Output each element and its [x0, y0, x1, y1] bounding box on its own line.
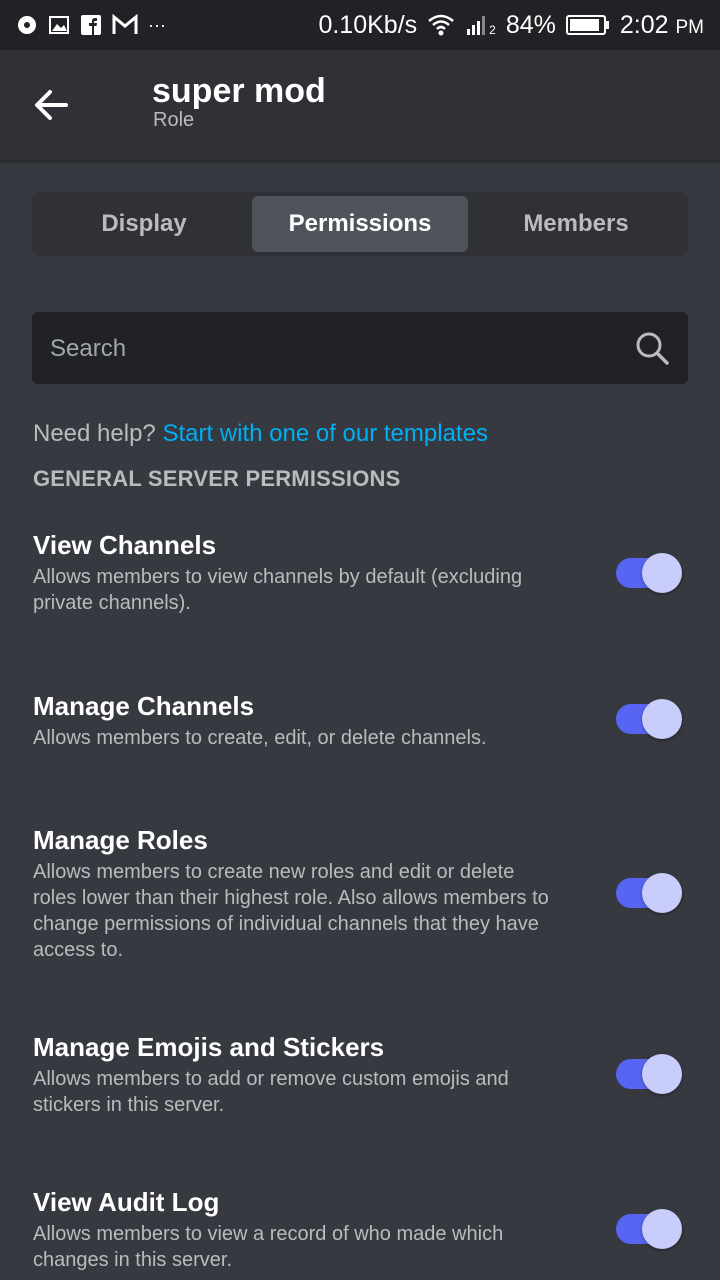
toggle-knob — [642, 553, 682, 593]
permission-description: Allows members to create, edit, or delet… — [33, 727, 487, 749]
permission-description: Allows members to add or remove custom e… — [33, 1068, 509, 1116]
tab-bar: Display Permissions Members — [32, 192, 688, 256]
more-notifications-icon: ··· — [148, 14, 166, 35]
permission-manage-channels: Manage Channels Allows members to create… — [33, 689, 688, 751]
back-button[interactable] — [28, 80, 78, 130]
search-input[interactable] — [48, 312, 612, 386]
permission-description: Allows members to view channels by defau… — [33, 566, 523, 614]
view-channels-toggle[interactable] — [616, 553, 682, 593]
toggle-knob — [642, 873, 682, 913]
permission-manage-emojis-stickers: Manage Emojis and Stickers Allows member… — [33, 1030, 688, 1118]
clock-ampm: PM — [675, 16, 705, 38]
manage-roles-toggle[interactable] — [616, 873, 682, 913]
permission-view-channels: View Channels Allows members to view cha… — [33, 528, 688, 616]
signal-strength: 2 — [465, 13, 496, 37]
view-audit-log-toggle[interactable] — [616, 1209, 682, 1249]
templates-link[interactable]: Start with one of our templates — [162, 420, 488, 447]
gmail-icon — [112, 14, 138, 34]
section-header: GENERAL SERVER PERMISSIONS — [33, 466, 401, 491]
help-prefix: Need help? — [33, 420, 156, 447]
permission-manage-roles: Manage Roles Allows members to create ne… — [33, 823, 688, 963]
battery-icon — [565, 15, 609, 35]
help-text: Need help? Start with one of our templat… — [33, 420, 488, 448]
tab-members[interactable]: Members — [468, 196, 684, 252]
toggle-knob — [642, 1054, 682, 1094]
permission-name: Manage Channels — [33, 691, 255, 721]
battery-percent: 84% — [505, 10, 556, 39]
manage-emojis-toggle[interactable] — [616, 1054, 682, 1094]
toggle-knob — [642, 1209, 682, 1249]
notification-icons: ··· — [16, 10, 166, 40]
gallery-icon — [49, 16, 69, 34]
clock: 2:02 PM — [620, 11, 704, 40]
permission-description: Allows members to view a record of who m… — [33, 1223, 504, 1271]
status-bar: ··· 0.10Kb/s 2 84% 2:02 PM — [0, 0, 720, 50]
sim-slot-label: 2 — [489, 23, 496, 37]
facebook-icon — [81, 15, 101, 35]
system-indicators: 0.10Kb/s 2 84% 2:02 PM — [318, 9, 704, 41]
permission-description: Allows members to create new roles and e… — [33, 861, 549, 961]
toggle-knob — [642, 699, 682, 739]
tab-permissions[interactable]: Permissions — [252, 196, 468, 252]
page-subtitle: Role — [153, 109, 195, 131]
clock-time: 2:02 — [619, 10, 669, 39]
role-name: super mod — [152, 72, 326, 110]
sync-icon — [18, 16, 36, 34]
permission-name: View Channels — [33, 530, 217, 560]
permission-name: Manage Roles — [33, 825, 208, 855]
permission-name: View Audit Log — [33, 1187, 220, 1217]
network-speed: 0.10Kb/s — [318, 10, 418, 39]
back-arrow-icon — [35, 90, 68, 120]
search-bar — [32, 312, 688, 386]
permission-name: Manage Emojis and Stickers — [33, 1032, 385, 1062]
manage-channels-toggle[interactable] — [616, 699, 682, 739]
app-bar: super mod Role — [0, 50, 720, 160]
search-icon[interactable] — [634, 330, 670, 366]
permission-view-audit-log: View Audit Log Allows members to view a … — [33, 1185, 688, 1273]
signal-icon — [467, 16, 486, 35]
tab-display[interactable]: Display — [36, 196, 252, 252]
wifi-icon — [428, 14, 454, 36]
